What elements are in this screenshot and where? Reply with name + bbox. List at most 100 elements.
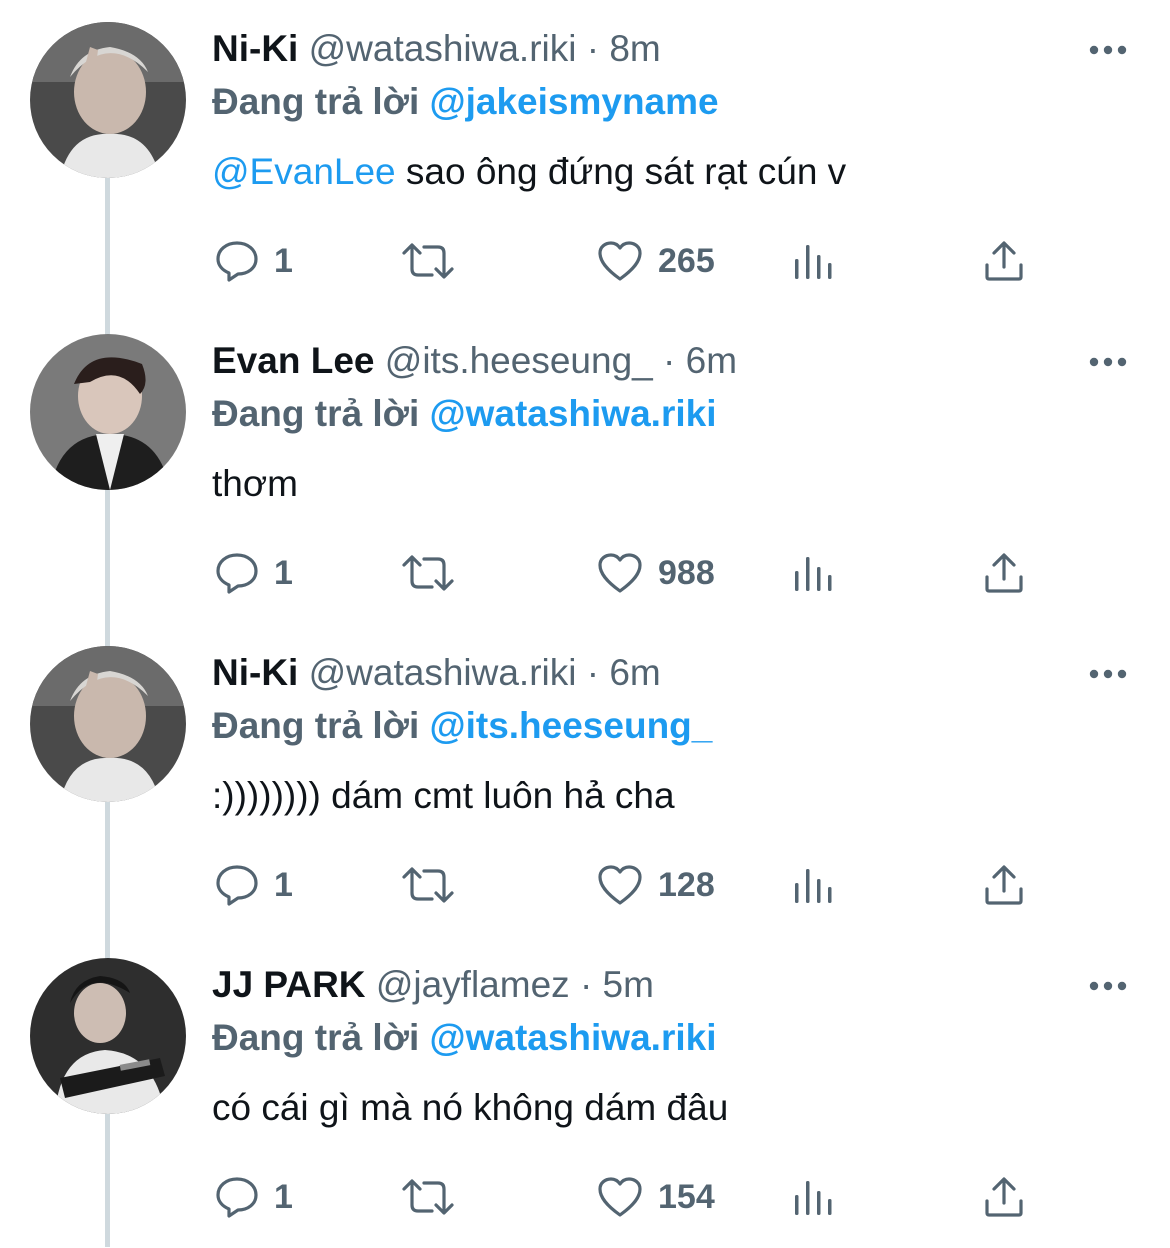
analytics-bars-icon [795, 245, 832, 279]
reply-button[interactable]: 1 [214, 547, 293, 599]
tweet-header: Ni-Ki @watashiwa.riki · 8m [212, 26, 661, 72]
display-name[interactable]: Ni-Ki [212, 652, 298, 693]
comment-bubble-icon [216, 865, 258, 906]
tweet-text-content: sao ông đứng sát rạt cún v [395, 151, 847, 192]
retweet-icon [402, 867, 454, 903]
replying-to: Đang trả lời @jakeismyname [212, 78, 719, 126]
views-button[interactable] [792, 547, 834, 599]
more-dots-icon[interactable] [1088, 355, 1128, 369]
views-button[interactable] [792, 1171, 834, 1223]
user-handle[interactable]: @jayflamez [376, 964, 570, 1005]
replying-to-label: Đang trả lời [212, 393, 420, 434]
reply-count: 1 [274, 1178, 293, 1216]
retweet-button[interactable] [400, 859, 456, 911]
like-button[interactable]: 988 [596, 547, 715, 599]
reply-button[interactable]: 1 [214, 235, 293, 287]
like-count: 154 [658, 1178, 715, 1216]
tweet-text: @EvanLee sao ông đứng sát rạt cún v [212, 146, 846, 198]
tweet-text-content: thơm [212, 463, 298, 504]
avatar[interactable] [30, 334, 186, 490]
share-button[interactable] [982, 547, 1026, 599]
heart-icon [598, 1177, 642, 1217]
views-button[interactable] [792, 235, 834, 287]
timestamp[interactable]: 8m [609, 28, 660, 69]
heart-icon [598, 553, 642, 593]
tweet-text: :)))))))) dám cmt luôn hả cha [212, 770, 675, 822]
avatar-image-niki [30, 646, 186, 802]
reply-button[interactable]: 1 [214, 1171, 293, 1223]
action-bar: 1 265 [212, 235, 1112, 287]
tweet-header: Ni-Ki @watashiwa.riki · 6m [212, 650, 661, 696]
action-bar: 1 988 [212, 547, 1112, 599]
separator-dot: · [579, 964, 593, 1005]
mention-link[interactable]: @EvanLee [212, 151, 396, 192]
timestamp[interactable]: 6m [686, 340, 737, 381]
replying-to: Đang trả lời @watashiwa.riki [212, 1014, 716, 1062]
replying-to-label: Đang trả lời [212, 81, 420, 122]
action-bar: 1 154 [212, 1171, 1112, 1223]
reply-count: 1 [274, 242, 293, 280]
share-upload-icon [985, 865, 1023, 905]
analytics-bars-icon [795, 557, 832, 591]
separator-dot: · [663, 340, 676, 381]
replying-to-label: Đang trả lời [212, 1017, 420, 1058]
avatar[interactable] [30, 646, 186, 802]
share-upload-icon [985, 241, 1023, 281]
tweet[interactable]: Ni-Ki @watashiwa.riki · 6m Đang trả lời … [0, 624, 1170, 936]
share-button[interactable] [982, 1171, 1026, 1223]
share-upload-icon [985, 1177, 1023, 1217]
like-count: 988 [658, 554, 715, 592]
more-dots-icon[interactable] [1088, 979, 1128, 993]
display-name[interactable]: JJ PARK [212, 964, 366, 1005]
tweet[interactable]: JJ PARK @jayflamez · 5m Đang trả lời @wa… [0, 936, 1170, 1248]
replying-to-handle[interactable]: @watashiwa.riki [430, 393, 717, 434]
analytics-bars-icon [795, 869, 832, 903]
like-count: 128 [658, 866, 715, 904]
reply-button[interactable]: 1 [214, 859, 293, 911]
avatar[interactable] [30, 958, 186, 1114]
user-handle[interactable]: @its.heeseung_ [385, 340, 653, 381]
like-button[interactable]: 128 [596, 859, 715, 911]
retweet-button[interactable] [400, 235, 456, 287]
tweet-text: thơm [212, 458, 298, 510]
separator-dot: · [586, 28, 600, 69]
more-dots-icon[interactable] [1088, 43, 1128, 57]
heart-icon [598, 241, 642, 281]
timestamp[interactable]: 5m [603, 964, 654, 1005]
replying-to-handle[interactable]: @watashiwa.riki [430, 1017, 717, 1058]
tweet-text-content: có cái gì mà nó không dám đâu [212, 1087, 729, 1128]
comment-bubble-icon [216, 553, 258, 594]
replying-to-label: Đang trả lời [212, 705, 420, 746]
more-dots-icon[interactable] [1088, 667, 1128, 681]
avatar-image-evan [30, 334, 186, 490]
display-name[interactable]: Ni-Ki [212, 28, 298, 69]
replying-to: Đang trả lời @its.heeseung_ [212, 702, 712, 750]
views-button[interactable] [792, 859, 834, 911]
like-button[interactable]: 154 [596, 1171, 715, 1223]
timestamp[interactable]: 6m [609, 652, 660, 693]
heart-icon [598, 865, 642, 905]
separator-dot: · [586, 652, 600, 693]
user-handle[interactable]: @watashiwa.riki [309, 652, 577, 693]
analytics-bars-icon [795, 1181, 832, 1215]
replying-to: Đang trả lời @watashiwa.riki [212, 390, 716, 438]
tweet[interactable]: Evan Lee @its.heeseung_ · 6m Đang trả lờ… [0, 312, 1170, 624]
tweet[interactable]: Ni-Ki @watashiwa.riki · 8m Đang trả lời … [0, 0, 1170, 312]
comment-bubble-icon [216, 241, 258, 282]
replying-to-handle[interactable]: @jakeismyname [430, 81, 719, 122]
avatar[interactable] [30, 22, 186, 178]
share-button[interactable] [982, 859, 1026, 911]
tweet-text-content: :)))))))) dám cmt luôn hả cha [212, 775, 675, 816]
retweet-button[interactable] [400, 1171, 456, 1223]
avatar-image-jjpark [30, 958, 186, 1114]
retweet-icon [402, 1179, 454, 1215]
action-bar: 1 128 [212, 859, 1112, 911]
share-button[interactable] [982, 235, 1026, 287]
retweet-button[interactable] [400, 547, 456, 599]
replying-to-handle[interactable]: @its.heeseung_ [430, 705, 713, 746]
user-handle[interactable]: @watashiwa.riki [309, 28, 577, 69]
avatar-image-niki [30, 22, 186, 178]
like-button[interactable]: 265 [596, 235, 715, 287]
tweet-header: Evan Lee @its.heeseung_ · 6m [212, 338, 737, 384]
display-name[interactable]: Evan Lee [212, 340, 374, 381]
